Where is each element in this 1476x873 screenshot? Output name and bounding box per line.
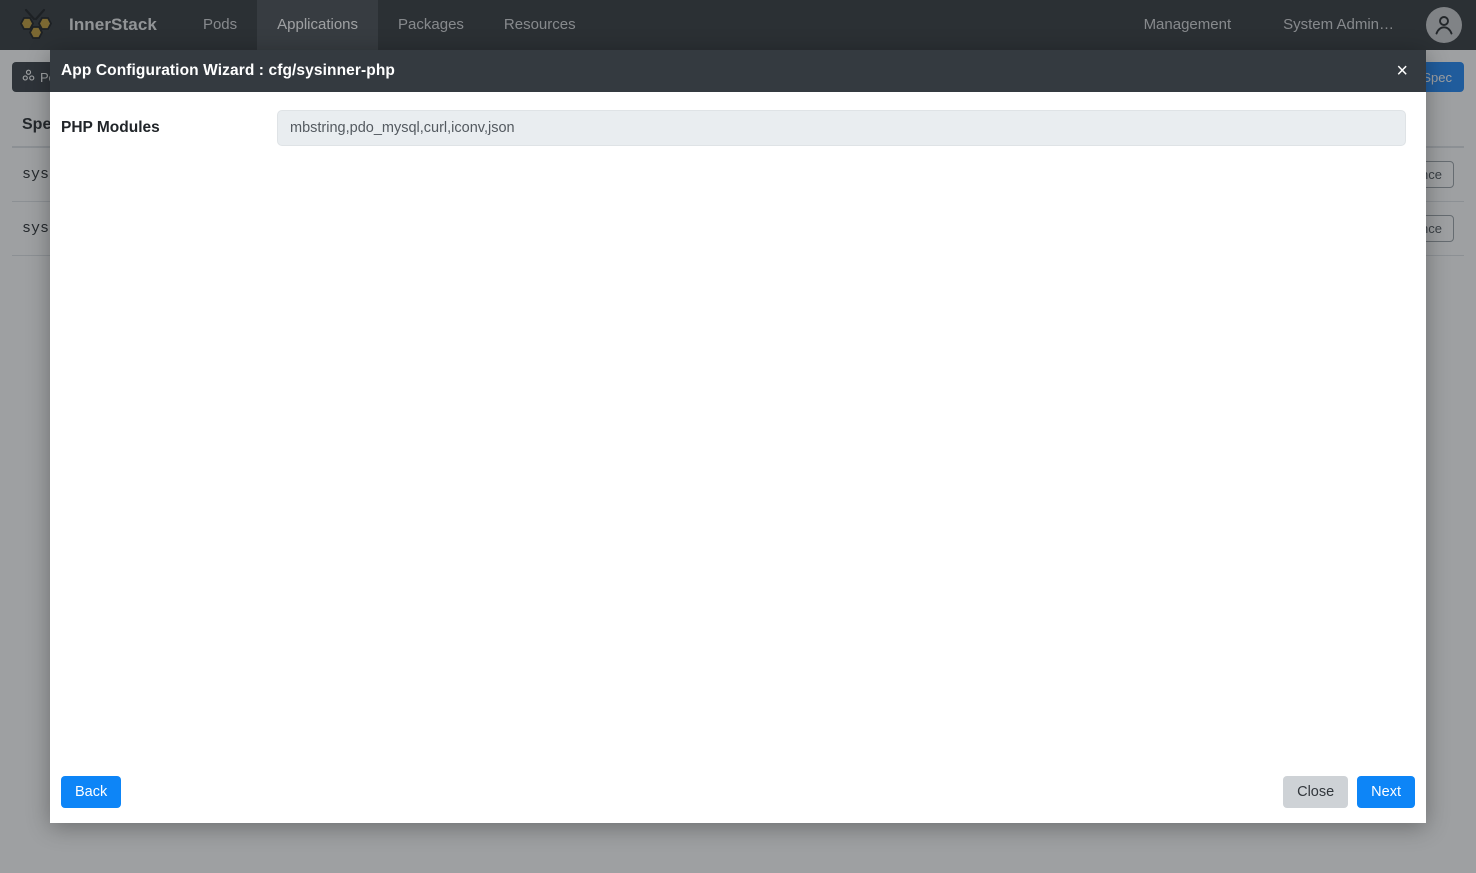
close-button[interactable]: Close [1283, 775, 1349, 809]
form-row-php-modules: PHP Modules [61, 110, 1415, 146]
footer-right-actions: Close Next [1283, 775, 1415, 809]
modal-body: PHP Modules [50, 92, 1426, 761]
app-configuration-wizard-modal: App Configuration Wizard : cfg/sysinner-… [50, 50, 1426, 823]
php-modules-label: PHP Modules [61, 119, 160, 136]
modal-title: App Configuration Wizard : cfg/sysinner-… [61, 62, 395, 79]
next-button[interactable]: Next [1357, 775, 1415, 809]
modal-footer: Back Close Next [50, 761, 1426, 823]
back-button[interactable]: Back [61, 775, 122, 809]
close-icon[interactable]: × [1392, 59, 1412, 83]
modal-header: App Configuration Wizard : cfg/sysinner-… [50, 50, 1426, 92]
php-modules-input[interactable] [277, 110, 1406, 146]
